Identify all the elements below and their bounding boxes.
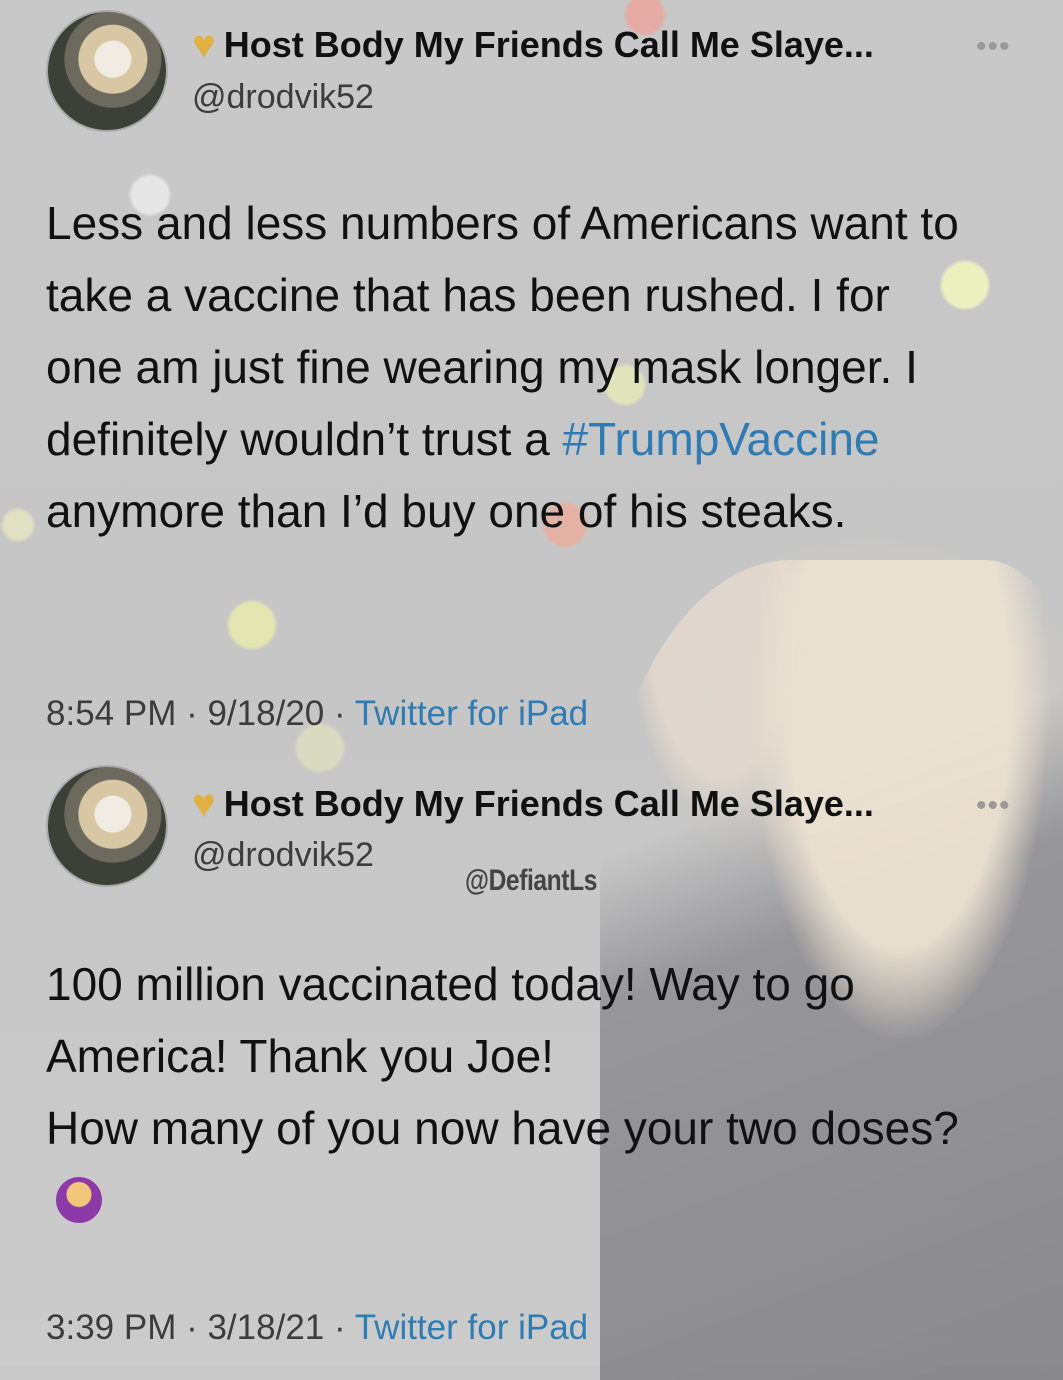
tweet-text-end: anymore than I’d buy one of his steaks. (46, 485, 847, 537)
tweet-header: ♥ Host Body My Friends Call Me Slaye... (192, 783, 874, 825)
tweet-text: Less and less numbers of Americans want … (46, 187, 966, 547)
tweet-date[interactable]: 3/18/21 (207, 1308, 324, 1347)
meta-separator: · (176, 1308, 208, 1347)
tweet-meta: 8:54 PM · 9/18/20 · Twitter for iPad (46, 694, 588, 734)
tweet-text-question: How many of you now have your two doses? (46, 1102, 959, 1154)
hashtag-link[interactable]: #TrumpVaccine (563, 413, 880, 465)
meta-separator: · (324, 1308, 355, 1347)
tweet-text-line: 100 million vaccinated today! Way to go … (46, 958, 855, 1082)
tweet-source-link[interactable]: Twitter for iPad (355, 1308, 588, 1347)
person-raising-hand-icon (56, 1176, 102, 1223)
yellow-heart-icon: ♥ (192, 782, 216, 826)
tweet-date[interactable]: 9/18/20 (207, 694, 324, 733)
user-handle[interactable]: @drodvik52 (192, 78, 374, 117)
tweet-text-line: How many of you now have your two doses? (46, 1092, 966, 1236)
avatar[interactable] (46, 10, 168, 132)
watermark: @DefiantLs (465, 864, 597, 897)
meta-separator: · (176, 694, 208, 733)
display-name[interactable]: Host Body My Friends Call Me Slaye... (224, 24, 874, 66)
tweet-meta: 3:39 PM · 3/18/21 · Twitter for iPad (46, 1308, 588, 1348)
yellow-heart-icon: ♥ (192, 23, 216, 67)
more-icon[interactable]: ••• (976, 30, 1011, 64)
avatar[interactable] (46, 765, 168, 887)
more-icon[interactable]: ••• (976, 789, 1011, 823)
tweet-header: ♥ Host Body My Friends Call Me Slaye... (192, 24, 874, 66)
meta-separator: · (324, 694, 355, 733)
tweet-time[interactable]: 3:39 PM (46, 1308, 176, 1347)
tweet-time[interactable]: 8:54 PM (46, 694, 176, 733)
display-name[interactable]: Host Body My Friends Call Me Slaye... (224, 783, 874, 825)
tweet-text: 100 million vaccinated today! Way to go … (46, 948, 966, 1236)
tweet-source-link[interactable]: Twitter for iPad (355, 694, 588, 733)
user-handle[interactable]: @drodvik52 (192, 836, 374, 875)
